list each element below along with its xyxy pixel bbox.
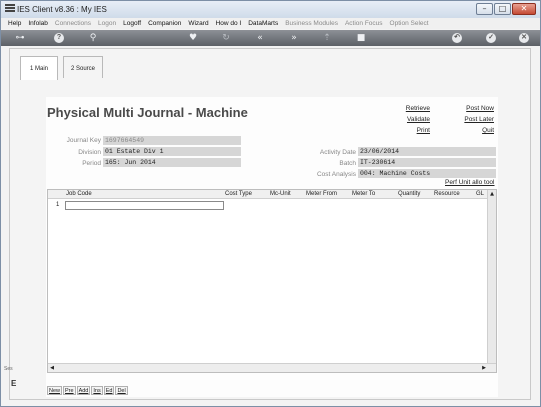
journal-key-field[interactable]: 1697664549 (103, 136, 241, 145)
close-icon[interactable]: ✕ (519, 33, 529, 43)
fast-forward-icon[interactable]: » (288, 32, 300, 44)
column-header[interactable]: Mc-Unit (270, 191, 291, 197)
menu-option-select[interactable]: Option Select (390, 20, 429, 27)
period-field[interactable]: 165: Jun 2014 (103, 158, 241, 167)
del-button[interactable]: Del (115, 386, 128, 395)
close-window-button[interactable]: ✕ (512, 3, 536, 15)
cost-analysis-field[interactable]: 004: Machine Costs (358, 169, 496, 178)
menu-how-do-i[interactable]: How do I (216, 20, 242, 27)
grid-header: Job Code Cost Type Mc-Unit Meter From Me… (48, 190, 488, 199)
batch-field[interactable]: IT-230614 (358, 158, 496, 167)
window-title: IES Client v8.36 : My IES (17, 5, 107, 14)
page-title: Physical Multi Journal - Machine (47, 105, 248, 120)
retrieve-link[interactable]: Retrieve (394, 105, 430, 112)
grid-action-buttons: New Pre Add Ins Ed Del (47, 386, 128, 395)
key-icon[interactable]: ⊶ (9, 32, 31, 44)
menu-help[interactable]: Help (8, 20, 21, 27)
column-header[interactable]: Job Code (66, 191, 92, 197)
menu-infolab[interactable]: Infolab (28, 20, 48, 27)
refresh-icon[interactable]: ↻ (220, 32, 232, 44)
job-code-input[interactable] (65, 201, 224, 210)
row-number: 1 (56, 202, 60, 208)
side-panel-label: Ses (4, 366, 13, 372)
app-window: IES Client v8.36 : My IES – □ ✕ Help Inf… (0, 0, 541, 407)
validate-link[interactable]: Validate (394, 116, 430, 123)
perf-unit-allo-tool-link[interactable]: Perf Unit allo tool (445, 179, 495, 186)
column-header[interactable]: Quantity (398, 191, 420, 197)
batch-label: Batch (339, 160, 356, 167)
scroll-left-icon[interactable]: ◀ (48, 364, 56, 372)
division-field[interactable]: 01 Estate Div 1 (103, 147, 241, 156)
activity-date-label: Activity Date (319, 149, 356, 156)
ed-button[interactable]: Ed (103, 386, 115, 395)
menu-connections[interactable]: Connections (55, 20, 91, 27)
ok-icon[interactable]: ✓ (486, 33, 496, 43)
activity-date-field[interactable]: 23/06/2014 (358, 147, 496, 156)
stop-icon[interactable]: ■ (355, 32, 367, 44)
menu-wizard[interactable]: Wizard (188, 20, 208, 27)
app-menu-icon[interactable] (5, 4, 15, 14)
journal-grid: Job Code Cost Type Mc-Unit Meter From Me… (47, 189, 497, 373)
post-now-link[interactable]: Post Now (453, 105, 494, 112)
print-link[interactable]: Print (394, 127, 430, 134)
post-later-link[interactable]: Post Later (453, 116, 494, 123)
period-label: Period (82, 160, 101, 167)
column-header[interactable]: Resource (434, 191, 460, 197)
column-header[interactable]: Cost Type (225, 191, 252, 197)
column-header[interactable]: GL (476, 191, 484, 197)
menu-business-modules[interactable]: Business Modules (285, 20, 338, 27)
tab-strip: 1 Main 2 Source (10, 49, 530, 80)
scroll-up-icon[interactable]: ▲ (488, 190, 496, 198)
menu-action-focus[interactable]: Action Focus (345, 20, 383, 27)
new-button[interactable]: New (47, 386, 63, 395)
tab-source[interactable]: 2 Source (63, 56, 103, 78)
quit-link[interactable]: Quit (453, 127, 494, 134)
heart-icon[interactable]: ♥ (187, 32, 199, 44)
tab-main-label: 1 Main (29, 66, 48, 72)
column-header[interactable]: Meter From (306, 191, 337, 197)
division-label: Division (78, 149, 101, 156)
horizontal-scrollbar[interactable]: ◀ ▶ (48, 363, 496, 372)
tab-main[interactable]: 1 Main (20, 56, 58, 80)
rewind-icon[interactable]: « (254, 32, 266, 44)
title-bar[interactable]: IES Client v8.36 : My IES – □ ✕ (1, 1, 540, 18)
cost-analysis-label: Cost Analysis (316, 171, 356, 178)
pre-button[interactable]: Pre (63, 386, 76, 395)
window-controls: – □ ✕ (476, 3, 536, 15)
search-icon[interactable]: ⚲ (87, 32, 99, 44)
side-panel-letter: E (11, 379, 17, 388)
menu-logoff[interactable]: Logoff (123, 20, 141, 27)
maximize-button[interactable]: □ (494, 3, 511, 15)
minimize-button[interactable]: – (476, 3, 493, 15)
ins-button[interactable]: Ins (91, 386, 103, 395)
help-icon[interactable]: ? (54, 33, 64, 43)
menu-companion[interactable]: Companion (148, 20, 181, 27)
back-icon[interactable]: ↶ (452, 33, 462, 43)
toolbar: ⊶ ? ⚲ ♥ ↻ « » ⇡ ■ ↶ ✓ ✕ (1, 30, 540, 46)
menu-logon[interactable]: Logon (98, 20, 116, 27)
scroll-right-icon[interactable]: ▶ (480, 364, 488, 372)
upload-icon[interactable]: ⇡ (321, 32, 333, 44)
menu-datamarts[interactable]: DataMarts (248, 20, 278, 27)
add-button[interactable]: Add (76, 386, 91, 395)
vertical-scrollbar[interactable]: ▲ (487, 190, 496, 364)
column-header[interactable]: Meter To (352, 191, 375, 197)
journal-key-label: Journal Key (66, 137, 101, 144)
tab-source-label: 2 Source (70, 66, 95, 72)
menu-bar: Help Infolab Connections Logon Logoff Co… (1, 18, 540, 29)
